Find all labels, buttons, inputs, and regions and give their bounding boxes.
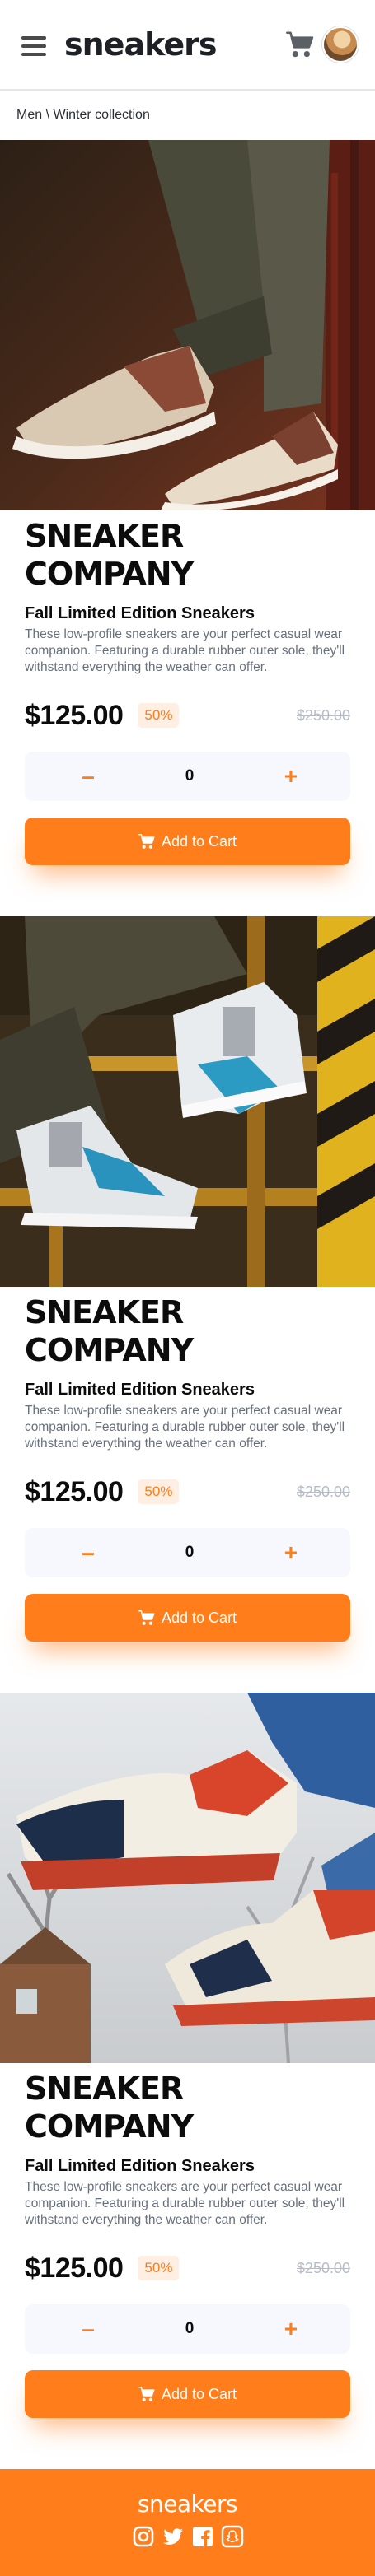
price-row: $125.00 50% $250.00: [25, 2250, 350, 2286]
product-card: SNEAKER COMPANY Fall Limited Edition Sne…: [0, 916, 375, 1693]
current-price: $125.00: [25, 699, 124, 731]
social-links: [131, 2524, 245, 2549]
sneaker-photo-1: [0, 140, 375, 510]
product-info: SNEAKER COMPANY Fall Limited Edition Sne…: [0, 1293, 375, 1642]
breadcrumb: Men \ Winter collection: [16, 108, 150, 122]
add-to-cart-label: Add to Cart: [161, 832, 237, 850]
minus-button[interactable]: –: [78, 2317, 98, 2341]
header: sneakers: [0, 0, 375, 91]
footer-logo[interactable]: sneakers: [138, 2490, 238, 2518]
add-to-cart-button[interactable]: Add to Cart: [25, 1594, 350, 1642]
logo[interactable]: sneakers: [64, 26, 286, 63]
plus-button[interactable]: +: [281, 765, 301, 788]
product-info: SNEAKER COMPANY Fall Limited Edition Sne…: [0, 2070, 375, 2418]
facebook-icon[interactable]: [190, 2524, 215, 2549]
avatar[interactable]: [322, 26, 359, 63]
company-name: SNEAKER COMPANY: [25, 2071, 194, 2145]
company-name: SNEAKER COMPANY: [25, 1294, 194, 1368]
discount-badge: 50%: [138, 703, 180, 728]
product-title: Fall Limited Edition Sneakers: [25, 1381, 255, 1399]
quantity-value: 0: [185, 1544, 195, 1561]
product-description: These low-profile sneakers are your perf…: [25, 2180, 345, 2227]
minus-button[interactable]: –: [78, 765, 98, 788]
cart-icon: [138, 2387, 155, 2401]
product-description: These low-profile sneakers are your perf…: [25, 627, 345, 674]
quantity-value: 0: [185, 2320, 195, 2337]
quantity-stepper: – 0 +: [25, 2304, 350, 2354]
product-description: These low-profile sneakers are your perf…: [25, 1404, 345, 1451]
add-to-cart-label: Add to Cart: [161, 2385, 237, 2402]
product-title: Fall Limited Edition Sneakers: [25, 2157, 255, 2175]
cart-icon: [138, 1610, 155, 1625]
add-to-cart-label: Add to Cart: [161, 1609, 237, 1626]
add-to-cart-button[interactable]: Add to Cart: [25, 818, 350, 865]
original-price: $250.00: [296, 706, 350, 724]
instagram-icon[interactable]: [131, 2524, 156, 2549]
snapchat-icon[interactable]: [220, 2524, 245, 2549]
cart-icon: [138, 834, 155, 849]
quantity-value: 0: [185, 767, 195, 785]
header-actions: [286, 26, 359, 63]
menu-icon[interactable]: [21, 36, 46, 56]
quantity-stepper: – 0 +: [25, 1528, 350, 1577]
current-price: $125.00: [25, 1475, 124, 1507]
quantity-stepper: – 0 +: [25, 752, 350, 801]
add-to-cart-button[interactable]: Add to Cart: [25, 2370, 350, 2418]
cart-icon[interactable]: [286, 31, 314, 58]
product-card: SNEAKER COMPANY Fall Limited Edition Sne…: [0, 1693, 375, 2469]
price-row: $125.00 50% $250.00: [25, 697, 350, 734]
footer: sneakers: [0, 2469, 375, 2576]
discount-badge: 50%: [138, 2256, 180, 2280]
plus-button[interactable]: +: [281, 2317, 301, 2341]
page: sneakers Men \ Winter collection SNEAKER…: [0, 0, 375, 2576]
discount-badge: 50%: [138, 1479, 180, 1504]
company-name: SNEAKER COMPANY: [25, 518, 194, 592]
twitter-icon[interactable]: [161, 2524, 185, 2549]
product-title: Fall Limited Edition Sneakers: [25, 604, 255, 622]
price-row: $125.00 50% $250.00: [25, 1474, 350, 1510]
current-price: $125.00: [25, 2252, 124, 2284]
original-price: $250.00: [296, 1483, 350, 1500]
original-price: $250.00: [296, 2259, 350, 2276]
sneaker-photo-2: [0, 916, 375, 1287]
product-card: SNEAKER COMPANY Fall Limited Edition Sne…: [0, 140, 375, 916]
plus-button[interactable]: +: [281, 1541, 301, 1564]
minus-button[interactable]: –: [78, 1541, 98, 1564]
sneaker-photo-3: [0, 1693, 375, 2063]
product-info: SNEAKER COMPANY Fall Limited Edition Sne…: [0, 517, 375, 865]
